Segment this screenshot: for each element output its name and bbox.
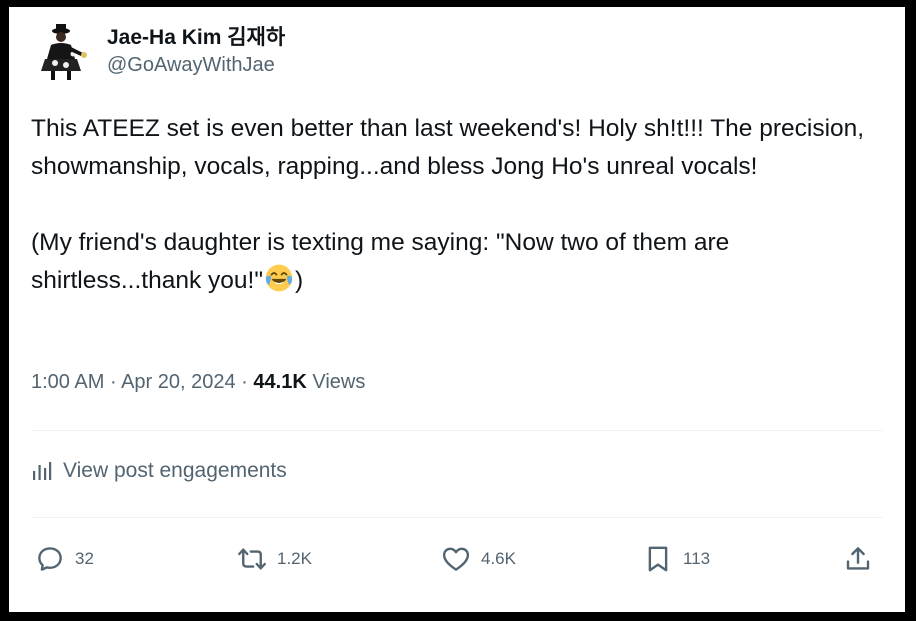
repost-icon: [238, 548, 266, 570]
avatar[interactable]: [31, 19, 95, 83]
tweet-card: Jae-Ha Kim 김재하 @GoAwayWithJae This ATEEZ…: [9, 7, 905, 612]
tweet-paragraph: This ATEEZ set is even better than last …: [31, 115, 865, 180]
face-with-tears-of-joy-icon: [265, 264, 293, 292]
post-date[interactable]: Apr 20, 2024: [121, 371, 236, 393]
action-bar: 32 1.2K 4.6K 113: [35, 537, 885, 581]
author-display-name[interactable]: Jae-Ha Kim 김재하: [107, 21, 285, 51]
author-handle[interactable]: @GoAwayWithJae: [107, 54, 275, 77]
tweet-paragraph-text: ): [295, 267, 304, 294]
bookmark-icon: [648, 546, 668, 572]
views-count: 44.1K: [253, 371, 307, 393]
analytics-icon: [33, 462, 52, 480]
post-time[interactable]: 1:00 AM: [31, 371, 104, 393]
meta-separator: ·: [109, 371, 117, 393]
reply-icon: [38, 547, 62, 571]
views-label: Views: [312, 371, 366, 393]
tweet-paragraph-text: (My friend's daughter is texting me sayi…: [31, 229, 730, 294]
share-button[interactable]: [843, 537, 883, 581]
share-icon: [846, 547, 870, 570]
bookmark-count: 113: [683, 549, 711, 568]
repost-button[interactable]: 1.2K: [237, 537, 312, 581]
tweet-metadata: 1:00 AM · Apr 20, 2024 · 44.1K Views: [31, 371, 365, 394]
reply-count: 32: [75, 549, 94, 568]
like-button[interactable]: 4.6K: [441, 537, 516, 581]
divider: [31, 517, 883, 518]
tweet-paragraph: (My friend's daughter is texting me sayi…: [31, 224, 891, 300]
view-engagements-label: View post engagements: [63, 459, 287, 482]
tweet-text: This ATEEZ set is even better than last …: [31, 110, 891, 300]
reply-button[interactable]: 32: [35, 537, 94, 581]
divider: [31, 430, 883, 431]
heart-icon: [442, 547, 470, 571]
like-count: 4.6K: [481, 549, 516, 568]
meta-separator: ·: [241, 371, 248, 393]
view-engagements-link[interactable]: View post engagements: [31, 459, 287, 483]
avatar-photo: [31, 19, 95, 83]
bookmark-button[interactable]: 113: [643, 537, 710, 581]
repost-count: 1.2K: [277, 549, 312, 568]
